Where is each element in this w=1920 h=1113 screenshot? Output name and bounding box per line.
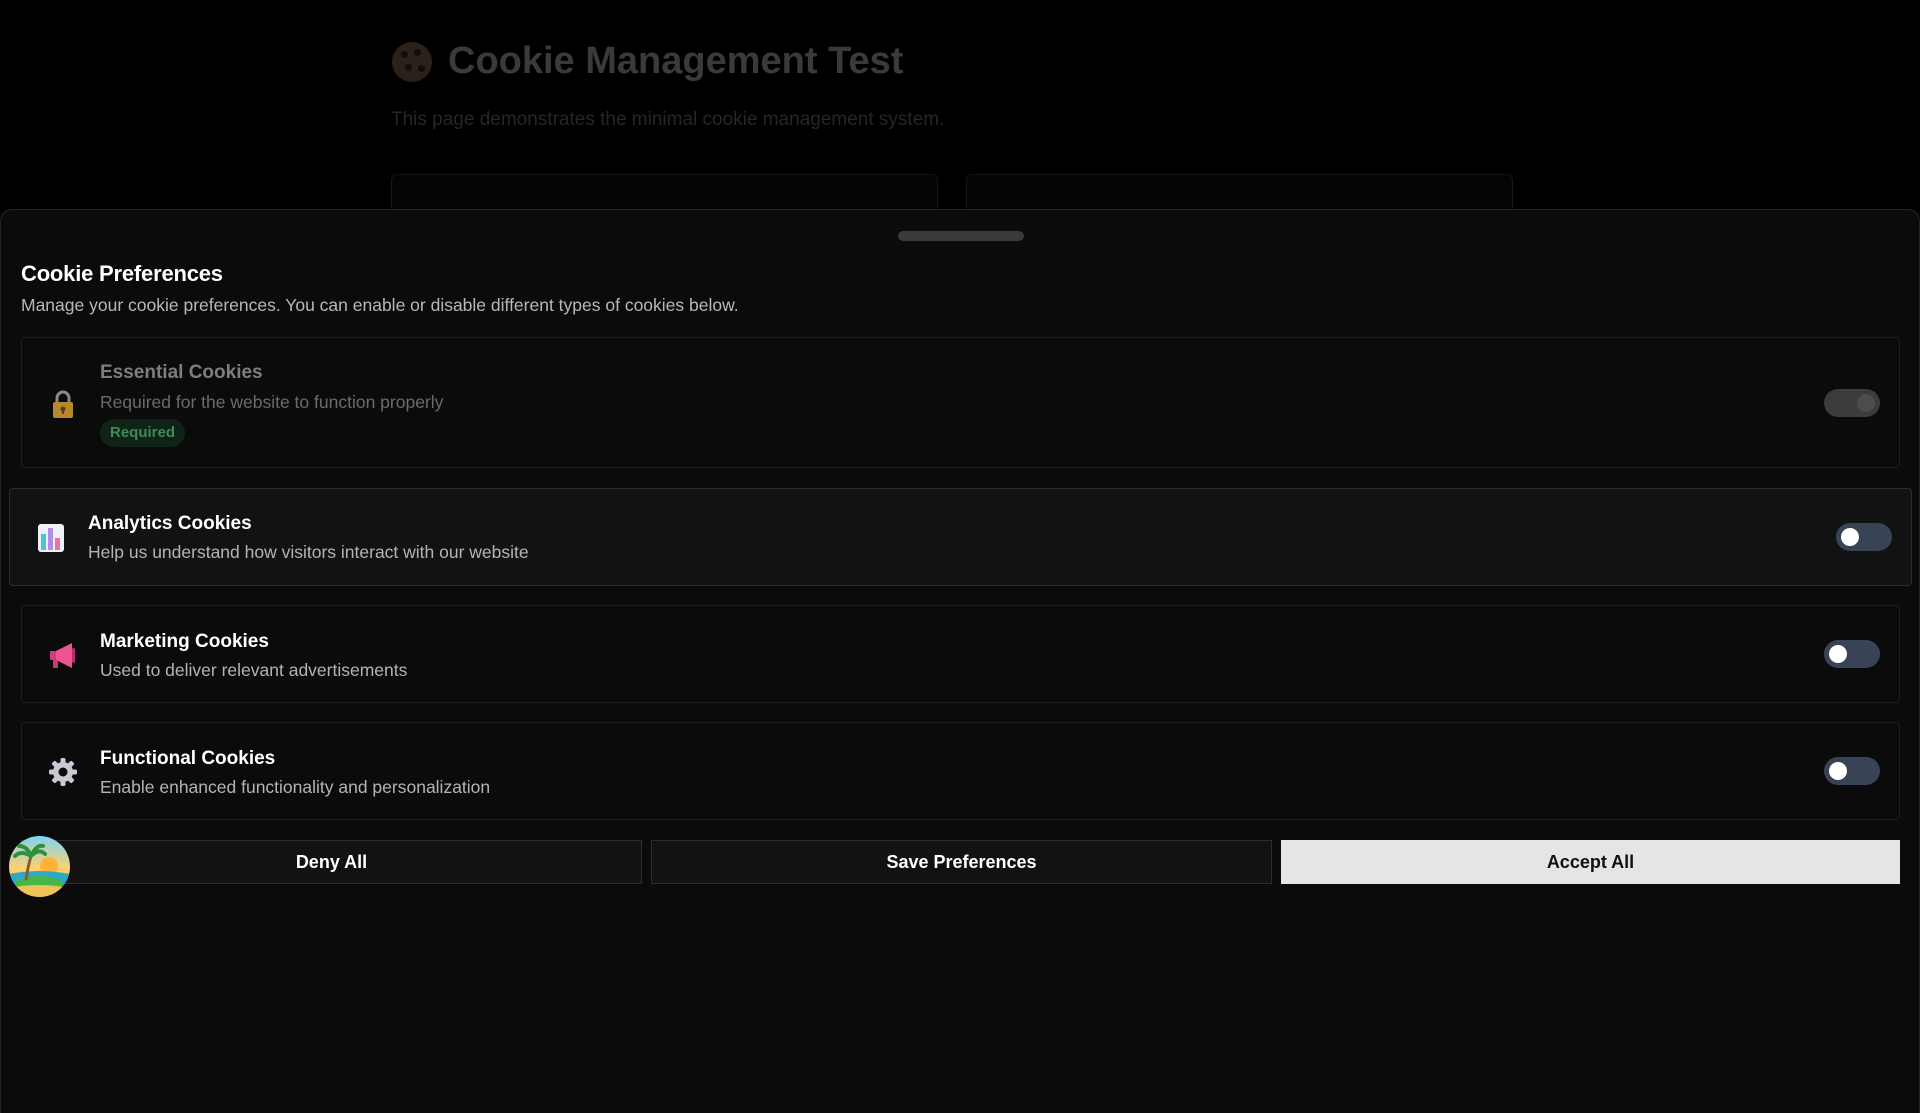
cookie-category-description: Help us understand how visitors interact… <box>88 542 529 562</box>
cookie-category-analytics: Analytics Cookies Help us understand how… <box>9 488 1912 586</box>
bar-chart-icon <box>38 524 64 552</box>
cookie-category-description: Used to deliver relevant advertisements <box>100 660 408 680</box>
lock-icon <box>53 390 73 418</box>
cookie-category-name: Analytics Cookies <box>88 513 252 534</box>
cookie-category-name: Essential Cookies <box>100 362 263 383</box>
sheet-description: Manage your cookie preferences. You can … <box>21 295 739 315</box>
cookie-category-description: Required for the website to function pro… <box>100 392 444 412</box>
cookie-category-name: Functional Cookies <box>100 748 276 769</box>
background-page-title: Cookie Management Test <box>392 40 903 83</box>
analytics-cookies-toggle[interactable] <box>1836 523 1892 551</box>
background-page-subtitle: This page demonstrates the minimal cooki… <box>391 109 945 130</box>
accept-all-button[interactable]: Accept All <box>1281 840 1900 884</box>
cookie-category-description: Enable enhanced functionality and person… <box>100 777 491 797</box>
cookie-category-functional: Functional Cookies Enable enhanced funct… <box>21 722 1900 820</box>
toggle-knob <box>1841 528 1859 546</box>
cookie-preferences-sheet: Cookie Preferences Manage your cookie pr… <box>0 209 1920 1113</box>
cookie-category-essential: Essential Cookies Required for the websi… <box>21 337 1900 468</box>
essential-cookies-toggle <box>1824 389 1880 417</box>
cookie-category-name: Marketing Cookies <box>100 631 269 652</box>
background-page-title-text: Cookie Management Test <box>448 40 904 82</box>
cookie-category-marketing: Marketing Cookies Used to deliver releva… <box>21 605 1900 703</box>
beach-avatar-icon[interactable] <box>9 836 70 897</box>
toggle-knob <box>1829 762 1847 780</box>
toggle-knob <box>1829 645 1847 663</box>
drag-handle[interactable] <box>898 231 1024 241</box>
toggle-knob <box>1857 394 1875 412</box>
megaphone-icon <box>50 643 75 668</box>
gear-icon <box>49 758 77 786</box>
functional-cookies-toggle[interactable] <box>1824 757 1880 785</box>
cookie-icon <box>392 41 432 82</box>
deny-all-button[interactable]: Deny All <box>21 840 642 884</box>
marketing-cookies-toggle[interactable] <box>1824 640 1880 668</box>
required-badge: Required <box>100 419 186 447</box>
sheet-title: Cookie Preferences <box>21 261 223 286</box>
save-preferences-button[interactable]: Save Preferences <box>651 840 1272 884</box>
